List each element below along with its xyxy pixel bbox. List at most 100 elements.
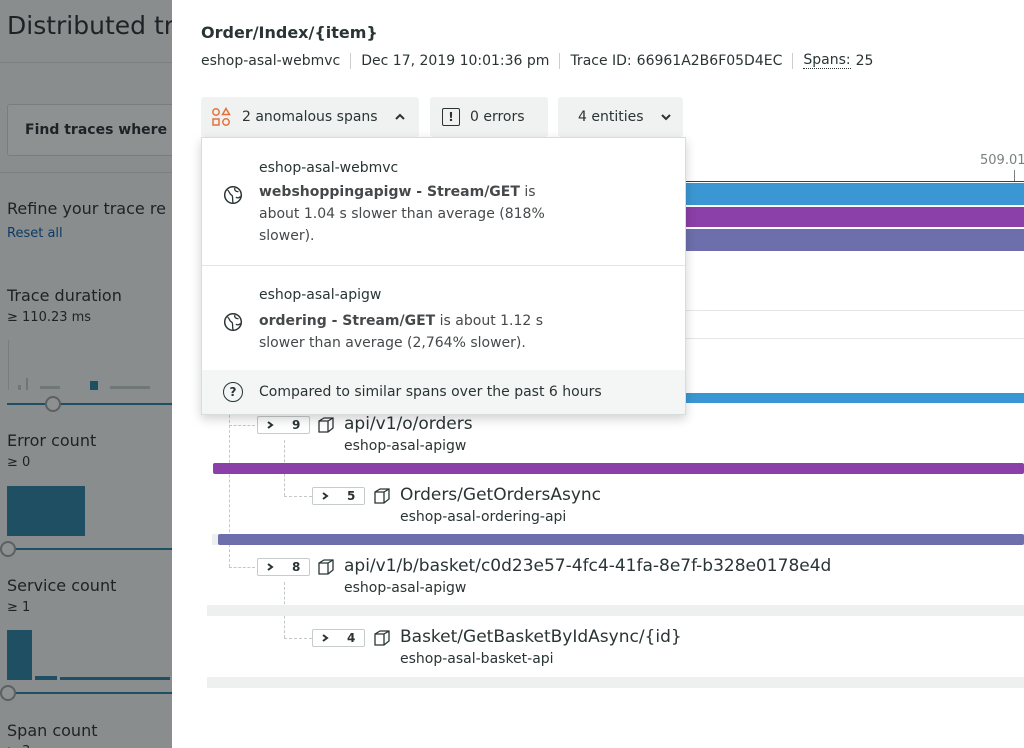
expand-span-button[interactable]: 5 <box>312 487 365 505</box>
anomaly-span-name: webshoppingapigw - Stream/GET <box>259 184 520 200</box>
chevron-right-icon <box>267 421 274 429</box>
chevron-down-icon <box>660 114 671 121</box>
histogram-bar <box>40 386 60 389</box>
trace-title: Order/Index/{item} <box>201 23 378 42</box>
tree-connector <box>229 567 255 568</box>
row-divider <box>685 310 1024 311</box>
reset-all-link[interactable]: Reset all <box>7 226 63 241</box>
span-name[interactable]: Basket/GetBasketByIdAsync/{id} <box>400 627 682 647</box>
histogram-bar <box>90 381 98 390</box>
anomaly-service: eshop-asal-webmvc <box>259 160 399 176</box>
child-count: 4 <box>347 631 356 645</box>
service-count-slider-track[interactable] <box>7 692 172 694</box>
errors-toggle[interactable]: ! 0 errors <box>430 97 548 137</box>
facet-trace-duration-label: Trace duration <box>7 286 122 305</box>
trace-query-label: Find traces where sp <box>25 122 172 138</box>
trace-service: eshop-asal-webmvc <box>201 52 341 69</box>
anomaly-service: eshop-asal-apigw <box>259 287 382 303</box>
error-icon: ! <box>442 108 460 126</box>
trace-details-panel: Order/Index/{item} eshop-asal-webmvc Dec… <box>172 0 1024 748</box>
error-count-slider-handle[interactable] <box>0 541 16 557</box>
trace-duration-slider-track[interactable] <box>7 403 172 405</box>
expand-span-button[interactable]: 4 <box>312 629 365 647</box>
row-divider <box>685 338 1024 339</box>
spans-label[interactable]: Spans: <box>803 52 851 69</box>
facet-service-count-value: ≥ 1 <box>7 600 31 615</box>
histogram-bar <box>26 378 28 390</box>
anomaly-span-name: ordering - Stream/GET <box>259 313 436 329</box>
facet-service-count-label: Service count <box>7 576 117 595</box>
tree-connector <box>229 425 255 426</box>
service-cube-icon <box>318 417 334 433</box>
histogram-bar <box>18 385 21 390</box>
expand-span-button[interactable]: 8 <box>257 558 310 576</box>
trace-id: 66961A2B6F05D4EC <box>636 52 783 69</box>
service-cube-icon <box>318 559 334 575</box>
anomaly-description: ordering - Stream/GET is about 1.12 s sl… <box>259 310 549 354</box>
span-bar[interactable] <box>218 534 1024 545</box>
span-track <box>207 605 1024 616</box>
chevron-right-icon <box>322 634 329 642</box>
histogram-bar <box>7 486 85 536</box>
trace-query-box[interactable]: Find traces where sp <box>7 104 172 156</box>
facet-span-count-value: ≥ 3 <box>7 744 30 748</box>
timeline-axis <box>685 181 1024 182</box>
span-bar[interactable] <box>213 463 1024 474</box>
anomaly-item[interactable]: eshop-asal-webmvc webshoppingapigw - Str… <box>202 138 685 265</box>
span-bar[interactable] <box>685 229 1024 251</box>
anomalous-spans-toggle[interactable]: 2 anomalous spans <box>201 97 419 137</box>
error-count-slider-track[interactable] <box>7 548 172 550</box>
span-name[interactable]: Orders/GetOrdersAsync <box>400 485 601 505</box>
service-count-slider-handle[interactable] <box>0 685 16 701</box>
histogram-bar <box>110 386 150 389</box>
service-cube-icon <box>374 630 390 646</box>
facet-error-count-value: ≥ 0 <box>7 455 31 470</box>
errors-label: 0 errors <box>470 109 525 125</box>
separator <box>792 52 794 69</box>
tree-connector <box>284 638 312 639</box>
anomaly-description: webshoppingapigw - Stream/GET is about 1… <box>259 181 559 247</box>
entities-label: 4 entities <box>578 109 644 125</box>
span-track <box>207 677 1024 688</box>
anomaly-item[interactable]: eshop-asal-apigw ordering - Stream/GET i… <box>202 266 685 370</box>
anomalous-spans-label: 2 anomalous spans <box>242 109 378 125</box>
histogram-bar <box>7 630 32 680</box>
child-count: 8 <box>292 560 301 574</box>
divider <box>0 172 172 173</box>
span-name[interactable]: api/v1/b/basket/c0d23e57-4fc4-41fa-8e7f-… <box>344 556 831 576</box>
page-title: Distributed tr <box>7 11 172 40</box>
divider <box>0 62 172 63</box>
span-service: eshop-asal-basket-api <box>400 651 554 667</box>
histogram-bar <box>35 676 57 680</box>
separator <box>350 52 352 69</box>
globe-icon <box>223 185 243 205</box>
trace-duration-slider-handle[interactable] <box>45 396 61 412</box>
span-service: eshop-asal-apigw <box>344 580 467 596</box>
help-icon: ? <box>223 382 243 402</box>
refine-heading: Refine your trace re <box>7 199 166 218</box>
facet-error-count-label: Error count <box>7 431 97 450</box>
anomaly-icon <box>212 107 231 126</box>
span-name[interactable]: api/v1/o/orders <box>344 414 473 434</box>
popover-footer-text: Compared to similar spans over the past … <box>259 384 602 400</box>
span-bar[interactable] <box>685 183 1024 205</box>
expand-span-button[interactable]: 9 <box>257 416 310 434</box>
background-page: Distributed tr Find traces where sp Refi… <box>0 0 172 748</box>
popover-footer: ? Compared to similar spans over the pas… <box>202 370 685 414</box>
span-service: eshop-asal-ordering-api <box>400 509 567 525</box>
histogram-bar <box>60 677 170 680</box>
span-bar[interactable] <box>685 207 1024 227</box>
chevron-up-icon <box>394 113 405 120</box>
chevron-right-icon <box>322 492 329 500</box>
separator <box>559 52 561 69</box>
entities-dropdown[interactable]: 4 entities <box>558 97 683 137</box>
spans-count: 25 <box>855 52 874 69</box>
span-service: eshop-asal-apigw <box>344 438 467 454</box>
facet-trace-duration-value: ≥ 110.23 ms <box>7 310 92 325</box>
anomalous-spans-popover: eshop-asal-webmvc webshoppingapigw - Str… <box>201 137 686 415</box>
globe-icon <box>223 312 243 332</box>
child-count: 5 <box>347 489 356 503</box>
tree-connector <box>284 496 312 497</box>
trace-id-label: Trace ID: <box>570 52 632 69</box>
trace-timestamp: Dec 17, 2019 10:01:36 pm <box>361 52 550 69</box>
